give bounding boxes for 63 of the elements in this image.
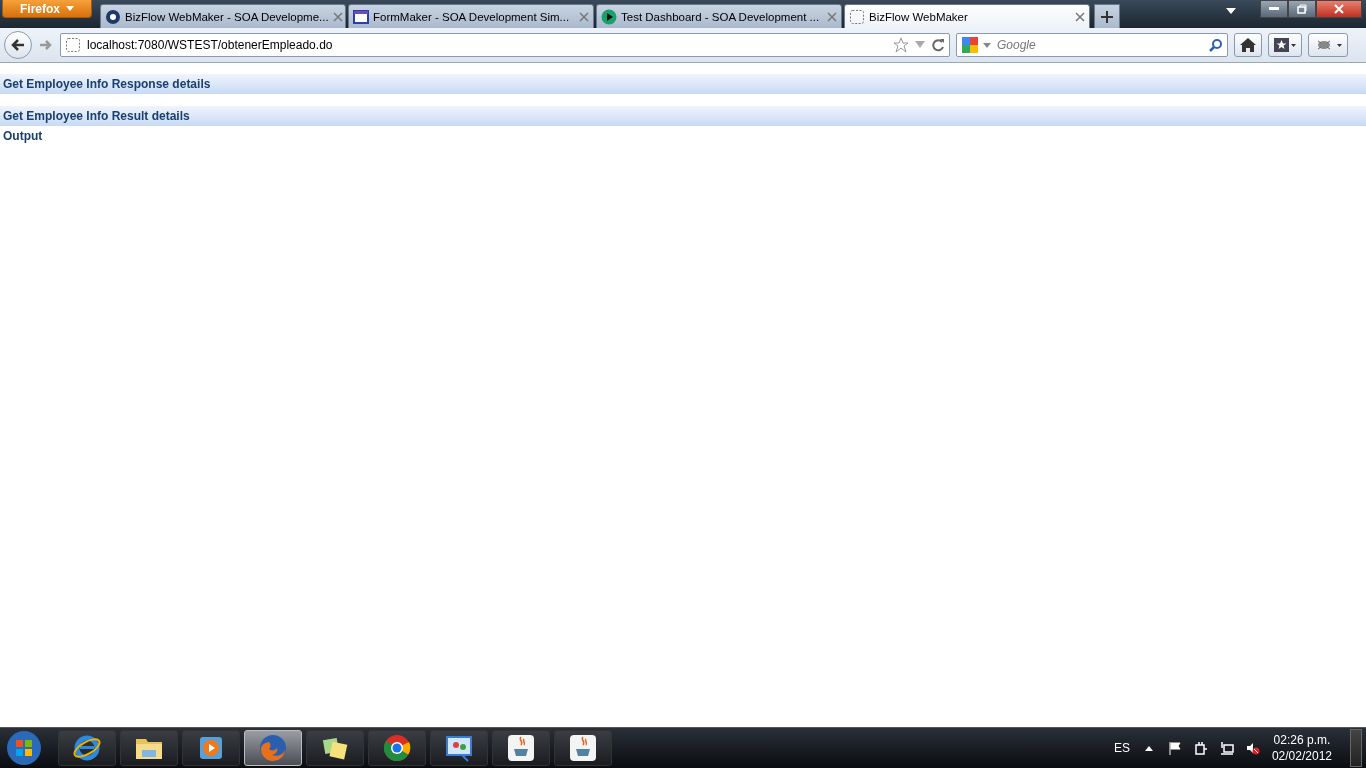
new-tab-button[interactable] bbox=[1094, 4, 1120, 28]
language-indicator[interactable]: ES bbox=[1113, 741, 1130, 755]
close-button[interactable] bbox=[1316, 0, 1362, 18]
flag-icon[interactable] bbox=[1167, 741, 1182, 755]
search-box[interactable]: Google bbox=[956, 33, 1228, 57]
taskbar-app-button[interactable] bbox=[306, 730, 364, 766]
addon-button[interactable] bbox=[1308, 33, 1348, 57]
show-desktop-button[interactable] bbox=[1350, 729, 1362, 767]
start-button[interactable] bbox=[4, 729, 44, 767]
output-label: Output bbox=[2, 129, 43, 143]
reload-icon[interactable] bbox=[931, 38, 945, 52]
taskbar-app-button[interactable] bbox=[368, 730, 426, 766]
blank-page-icon bbox=[849, 8, 865, 25]
back-arrow-icon bbox=[10, 37, 26, 53]
coffee-cup-icon bbox=[568, 733, 598, 763]
close-icon[interactable] bbox=[827, 11, 837, 22]
taskbar-app-button[interactable] bbox=[554, 730, 612, 766]
play-icon bbox=[601, 8, 617, 25]
network-icon[interactable] bbox=[1219, 741, 1234, 755]
browser-tab[interactable]: FormMaker - SOA Development Sim... bbox=[348, 4, 594, 28]
taskbar-app-button[interactable] bbox=[182, 730, 240, 766]
window-icon bbox=[353, 8, 369, 25]
blank-page-icon bbox=[65, 37, 81, 53]
taskbar-app-button[interactable] bbox=[58, 730, 116, 766]
power-plug-icon[interactable] bbox=[1193, 741, 1208, 755]
browser-tab[interactable]: BizFlow WebMaker - SOA Developme... bbox=[100, 4, 346, 28]
browser-tab[interactable]: Test Dashboard - SOA Development ... bbox=[596, 4, 842, 28]
home-button[interactable] bbox=[1234, 33, 1262, 57]
letter-e-icon bbox=[72, 733, 102, 763]
fox-globe-icon bbox=[258, 733, 288, 763]
speaker-muted-icon[interactable] bbox=[1245, 741, 1260, 755]
taskbar-app-button[interactable] bbox=[120, 730, 178, 766]
restore-icon bbox=[1297, 4, 1307, 14]
clock-time[interactable]: 02:26 p.m. bbox=[1273, 733, 1331, 747]
chrome-logo-icon bbox=[382, 733, 412, 763]
back-button[interactable] bbox=[4, 31, 32, 59]
restore-button[interactable] bbox=[1288, 0, 1316, 18]
taskbar-app-button[interactable] bbox=[492, 730, 550, 766]
bookmarks-button[interactable] bbox=[1268, 33, 1302, 57]
close-icon[interactable] bbox=[332, 11, 343, 22]
caret-icon bbox=[983, 42, 991, 48]
section-heading: Get Employee Info Result details bbox=[2, 109, 190, 123]
search-icon[interactable] bbox=[1209, 38, 1223, 52]
minimize-button[interactable] bbox=[1260, 0, 1288, 18]
caret-icon[interactable] bbox=[1226, 8, 1236, 14]
caret-icon bbox=[66, 6, 74, 11]
bookmark-star-icon bbox=[1273, 37, 1297, 53]
section-heading: Get Employee Info Response details bbox=[2, 77, 211, 91]
browser-tab[interactable]: BizFlow WebMaker bbox=[844, 4, 1090, 28]
clock-date[interactable]: 02/02/2012 bbox=[1271, 749, 1332, 763]
coffee-cup-icon bbox=[506, 733, 536, 763]
easel-picture-icon bbox=[444, 733, 474, 763]
star-icon[interactable] bbox=[893, 37, 909, 53]
taskbar-app-button[interactable] bbox=[430, 730, 488, 766]
close-icon[interactable] bbox=[1075, 11, 1085, 22]
plus-icon bbox=[1101, 10, 1113, 23]
google-logo-icon[interactable] bbox=[961, 36, 979, 54]
minimize-icon bbox=[1269, 7, 1279, 11]
address-bar[interactable]: localhost:7080/WSTEST/obtenerEmpleado.do bbox=[60, 33, 950, 57]
close-icon[interactable] bbox=[579, 11, 589, 22]
home-icon bbox=[1239, 37, 1257, 53]
windows-logo-icon bbox=[5, 729, 43, 767]
close-icon bbox=[1334, 4, 1344, 14]
